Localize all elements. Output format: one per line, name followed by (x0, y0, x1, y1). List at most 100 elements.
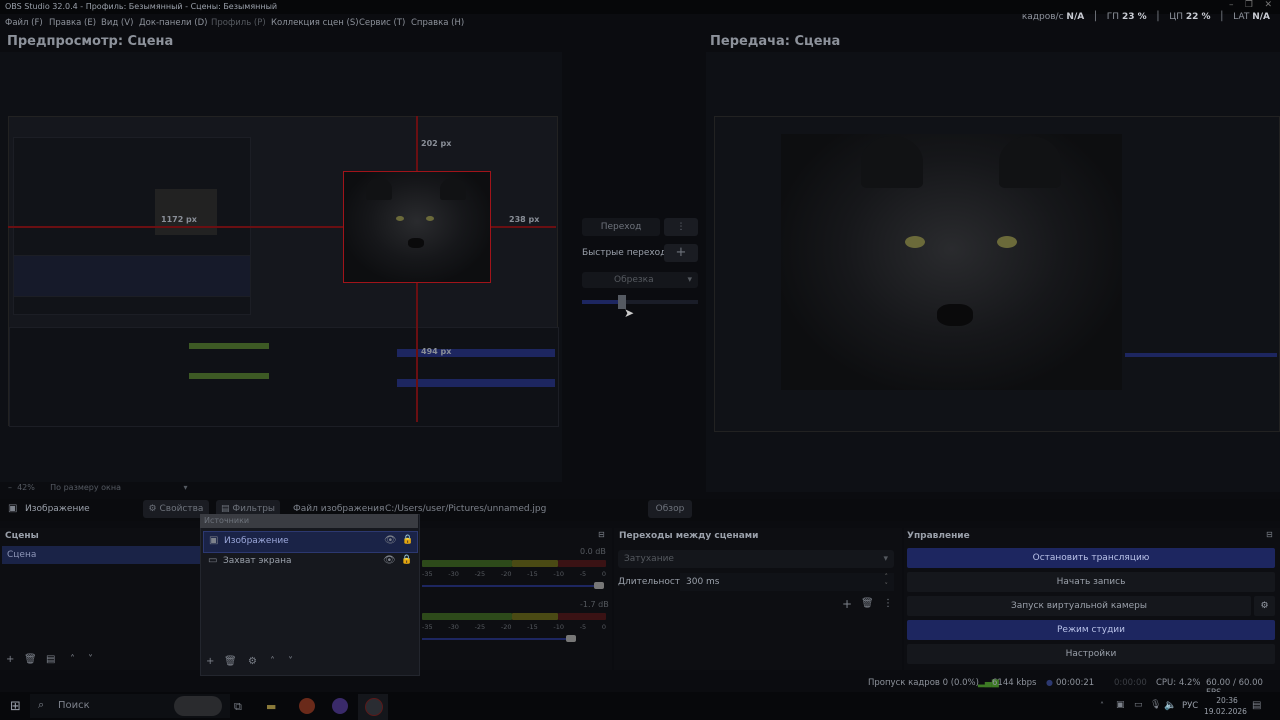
meter-red-2 (558, 613, 606, 620)
fps-value: N/A (1066, 12, 1085, 22)
volume-handle-1[interactable] (594, 582, 604, 589)
nested-panther-thumb (155, 189, 217, 235)
spin-arrows-icon[interactable]: ˄ ˅ (885, 573, 889, 591)
source-item-image[interactable]: ▣ Изображение 👁 🔒 (203, 531, 418, 553)
microphone-icon[interactable]: 🎙 (1150, 700, 1161, 710)
windows-start-icon[interactable]: ⊞ (10, 699, 21, 714)
clock-time[interactable]: 20:36 (1212, 696, 1242, 705)
tick: -15 (527, 570, 538, 578)
menu-scene-collection[interactable]: Коллекция сцен (S) (271, 18, 359, 28)
menu-view[interactable]: Вид (V) (101, 18, 133, 28)
dock-menu-icon[interactable]: ⊟ (1266, 530, 1273, 539)
filter-icon: ▤ (220, 504, 230, 514)
notifications-icon[interactable]: ▤ (1252, 700, 1261, 711)
task-view-icon[interactable]: ⧉ (234, 700, 242, 714)
source-item-label: Изображение (224, 536, 289, 546)
menu-tools[interactable]: Сервис (T) (359, 18, 405, 28)
menu-help[interactable]: Справка (H) (411, 18, 464, 28)
zoom-minus-icon[interactable]: – (8, 483, 12, 492)
zoom-value[interactable]: 42% (17, 483, 35, 492)
gear-icon[interactable]: ⚙ (1254, 596, 1275, 616)
move-down-icon[interactable]: ˅ (88, 654, 93, 665)
add-scene-icon[interactable]: + (6, 654, 14, 665)
volume-icon[interactable]: 🔈 (1164, 700, 1176, 711)
stop-stream-button[interactable]: Остановить трансляцию (907, 548, 1275, 568)
lock-icon[interactable]: 🔒 (402, 535, 413, 545)
nested-meter-1 (189, 343, 269, 349)
scene-item[interactable]: Сцена (2, 546, 200, 564)
clock-date[interactable]: 19.02.2026 (1204, 707, 1247, 716)
volume-slider-1[interactable] (422, 585, 602, 587)
transition-select[interactable]: Затухание ▾ (618, 550, 894, 568)
add-transition-icon[interactable]: + (842, 597, 852, 611)
tick: -5 (579, 623, 587, 631)
trash-icon[interactable]: 🗑 (224, 656, 237, 667)
scene-filters-icon[interactable]: ▤ (46, 654, 55, 665)
obs-icon (365, 698, 383, 716)
zoom-mode[interactable]: По размеру окна (50, 483, 121, 492)
app-icon[interactable] (332, 698, 348, 714)
program-nested-bar (1125, 353, 1277, 357)
tray-chevron-icon[interactable]: ˄ (1100, 701, 1104, 710)
dock-menu-icon[interactable]: ⊟ (598, 530, 605, 539)
search-placeholder: Поиск (58, 700, 90, 711)
settings-button[interactable]: Настройки (907, 644, 1275, 664)
browse-button[interactable]: Обзор (648, 500, 692, 518)
obs-taskbar-button[interactable] (358, 694, 388, 720)
trash-icon[interactable]: 🗑 (24, 654, 37, 665)
eye-icon[interactable]: 👁 (383, 555, 396, 566)
lat-label: LAT (1233, 12, 1250, 22)
transition-button[interactable]: Переход (582, 218, 660, 236)
move-down-icon[interactable]: ˅ (288, 656, 293, 667)
trash-icon[interactable]: 🗑 (861, 598, 874, 609)
volume-slider-2[interactable] (422, 638, 574, 640)
quick-transition-dropdown[interactable]: Обрезка ▾ (582, 272, 698, 288)
tick: -30 (448, 570, 459, 578)
menu-docks[interactable]: Док-панели (D) (139, 18, 207, 28)
eye-icon[interactable]: 👁 (384, 535, 397, 546)
source-item-screen[interactable]: ▭ Захват экрана 👁 🔒 (203, 552, 416, 572)
bitrate: 6144 kbps (992, 678, 1037, 688)
gear-icon[interactable]: ⚙ (248, 656, 257, 667)
menu-profile[interactable]: Профиль (P) (211, 18, 266, 28)
close-icon[interactable]: ✕ (1264, 0, 1272, 10)
virtual-camera-button[interactable]: Запуск виртуальной камеры (907, 596, 1251, 616)
mixer-db-2: -1.7 dB (580, 600, 609, 609)
transition-menu-icon[interactable]: ⋮ (664, 218, 698, 236)
window-controls[interactable]: – ❐ ✕ (1229, 0, 1272, 10)
menu-file[interactable]: Файл (F) (5, 18, 43, 28)
studio-mode-button[interactable]: Режим студии (907, 620, 1275, 640)
duration-input[interactable]: 300 ms ˄ ˅ (680, 573, 894, 591)
zoom-bar: – 42% По размеру окна ▾ (8, 483, 188, 492)
distance-bottom-label: 494 px (421, 347, 452, 356)
move-up-icon[interactable]: ˄ (270, 656, 275, 667)
quick-transitions-label: Быстрые переходы (582, 248, 674, 258)
sources-header: Источники (204, 516, 250, 525)
transition-menu-icon[interactable]: ⋮ (883, 598, 893, 609)
sources-dock-titlebar: Источники (200, 514, 418, 528)
tick: -25 (474, 570, 486, 578)
chevron-down-icon[interactable]: ▾ (184, 483, 188, 492)
chrome-icon[interactable] (299, 698, 315, 714)
distance-right-label: 238 px (509, 215, 540, 224)
minimize-icon[interactable]: – (1229, 0, 1234, 10)
menu-edit[interactable]: Правка (E) (49, 18, 96, 28)
add-quick-transition-icon[interactable]: + (664, 244, 698, 262)
add-source-icon[interactable]: + (206, 656, 214, 667)
restore-icon[interactable]: ❐ (1245, 0, 1253, 10)
chevron-down-icon: ▾ (687, 275, 692, 285)
language-indicator[interactable]: РУС (1182, 701, 1198, 711)
program-panther-image (781, 134, 1122, 390)
start-record-button[interactable]: Начать запись (907, 572, 1275, 592)
move-up-icon[interactable]: ˄ (70, 654, 75, 665)
lock-icon[interactable]: 🔒 (401, 555, 412, 565)
cpu-value: 22 % (1185, 12, 1211, 22)
network-icon[interactable]: ▭ (1134, 700, 1143, 710)
file-path[interactable]: C:/Users/user/Pictures/unnamed.jpg (385, 504, 546, 514)
volume-handle-2[interactable] (566, 635, 576, 642)
meter-yellow-2 (512, 613, 558, 620)
tray-app-icon[interactable]: ▣ (1116, 700, 1125, 710)
file-explorer-icon[interactable]: ▬ (266, 700, 276, 713)
tick: -30 (448, 623, 459, 631)
selected-image-source[interactable] (343, 171, 491, 283)
